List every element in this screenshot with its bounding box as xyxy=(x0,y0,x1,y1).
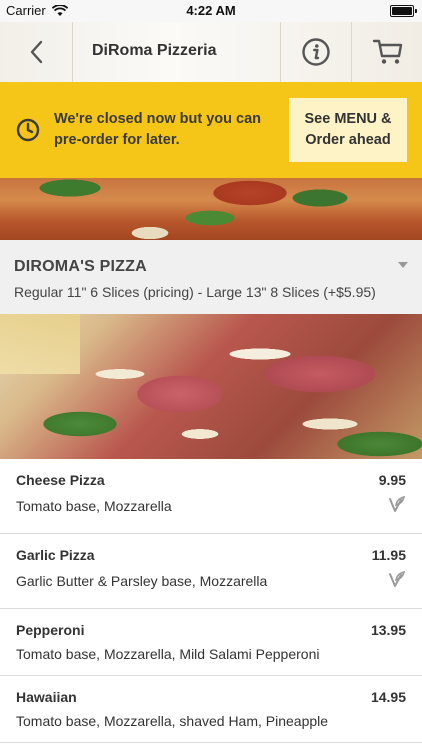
navigation-bar: DiRoma Pizzeria xyxy=(0,22,422,83)
item-price: 14.95 xyxy=(370,689,406,705)
clock-icon xyxy=(16,118,40,147)
vegetarian-icon xyxy=(388,495,406,518)
cart-icon xyxy=(372,39,402,64)
item-name: Garlic Pizza xyxy=(16,547,95,563)
closed-message: We're closed now but you can pre-order f… xyxy=(54,111,262,148)
closed-banner: We're closed now but you can pre-order f… xyxy=(0,82,422,178)
cart-button[interactable] xyxy=(351,22,422,82)
item-price: 11.95 xyxy=(371,547,406,563)
chevron-left-icon xyxy=(30,40,43,64)
status-bar: Carrier 4:22 AM xyxy=(0,0,422,22)
menu-item-list: Cheese Pizza 9.95 Tomato base, Mozzarell… xyxy=(0,459,422,743)
menu-item[interactable]: Pepperoni 13.95 Tomato base, Mozzarella,… xyxy=(0,609,422,676)
item-description: Tomato base, Mozzarella xyxy=(16,498,172,514)
menu-section-header[interactable]: DIROMA'S PIZZA Regular 11" 6 Slices (pri… xyxy=(0,240,422,315)
caret-down-icon[interactable] xyxy=(398,262,408,268)
info-button[interactable] xyxy=(280,22,351,82)
page-title: DiRoma Pizzeria xyxy=(92,42,217,59)
menu-item[interactable]: Hawaiian 14.95 Tomato base, Mozzarella, … xyxy=(0,676,422,743)
item-name: Cheese Pizza xyxy=(16,472,105,488)
item-description: Tomato base, Mozzarella, Mild Salami Pep… xyxy=(16,646,320,662)
info-icon xyxy=(302,38,330,66)
item-description: Garlic Butter & Parsley base, Mozzarella xyxy=(16,573,268,589)
item-price: 13.95 xyxy=(370,622,406,638)
section-title: DIROMA'S PIZZA xyxy=(14,258,147,275)
order-ahead-button[interactable]: See MENU & Order ahead xyxy=(289,98,407,162)
section-pizza-image xyxy=(0,314,422,459)
battery-icon xyxy=(390,5,417,17)
item-name: Pepperoni xyxy=(16,622,85,638)
section-description: Regular 11" 6 Slices (pricing) - Large 1… xyxy=(14,284,376,300)
menu-item[interactable]: Cheese Pizza 9.95 Tomato base, Mozzarell… xyxy=(0,459,422,534)
item-name: Hawaiian xyxy=(16,689,77,705)
menu-item[interactable]: Garlic Pizza 11.95 Garlic Butter & Parsl… xyxy=(0,534,422,609)
vegetarian-icon xyxy=(388,570,406,593)
beer-glass-image xyxy=(0,314,80,374)
clock-time: 4:22 AM xyxy=(186,3,236,18)
item-price: 9.95 xyxy=(378,472,406,488)
item-description: Tomato base, Mozzarella, shaved Ham, Pin… xyxy=(16,713,329,729)
hero-pizza-image xyxy=(0,178,422,240)
back-button[interactable] xyxy=(0,22,73,82)
